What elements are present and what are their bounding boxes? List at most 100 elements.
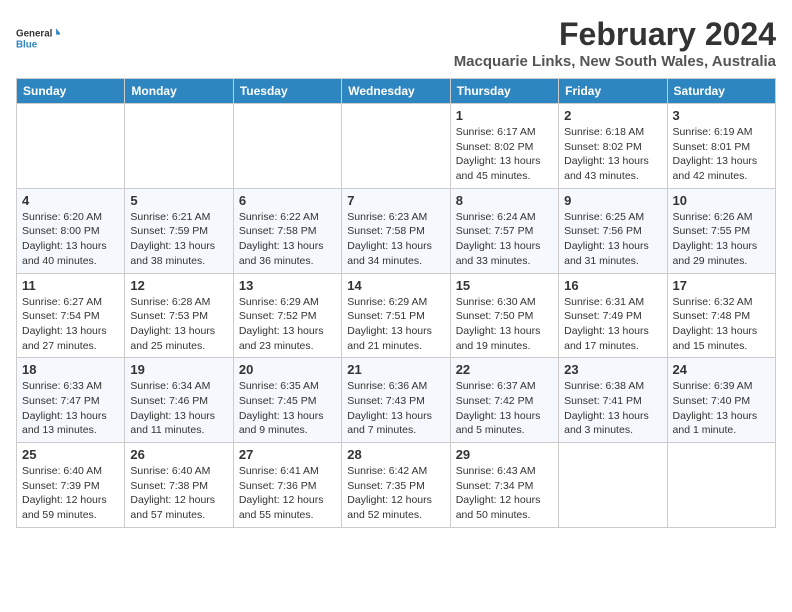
month-title: February 2024 (454, 16, 776, 53)
day-number: 18 (22, 362, 119, 377)
calendar-cell: 9 Sunrise: 6:25 AM Sunset: 7:56 PM Daylig… (559, 188, 667, 273)
calendar-cell: 7 Sunrise: 6:23 AM Sunset: 7:58 PM Daylig… (342, 188, 450, 273)
calendar-cell: 23 Sunrise: 6:38 AM Sunset: 7:41 PM Dayli… (559, 358, 667, 443)
calendar-day-header: Tuesday (233, 79, 341, 104)
calendar-cell: 5Sunrise: 6:21 AM Sunset: 7:59 PM Daylig… (125, 188, 233, 273)
calendar-cell (125, 104, 233, 189)
calendar-cell: 4 Sunrise: 6:20 AM Sunset: 8:00 PM Daylig… (17, 188, 125, 273)
calendar-cell: 28 Sunrise: 6:42 AM Sunset: 7:35 PM Dayli… (342, 443, 450, 528)
day-number: 22 (456, 362, 553, 377)
day-number: 20 (239, 362, 336, 377)
day-info: Sunrise: 6:37 AM Sunset: 7:42 PM Dayligh… (456, 379, 553, 438)
calendar-cell: 1 Sunrise: 6:17 AM Sunset: 8:02 PM Daylig… (450, 104, 558, 189)
day-info: Sunrise: 6:33 AM Sunset: 7:47 PM Dayligh… (22, 379, 119, 438)
day-number: 15 (456, 278, 553, 293)
day-info: Sunrise: 6:20 AM Sunset: 8:00 PM Dayligh… (22, 210, 119, 269)
calendar-day-header: Thursday (450, 79, 558, 104)
svg-text:Blue: Blue (16, 39, 38, 50)
calendar-cell: 6 Sunrise: 6:22 AM Sunset: 7:58 PM Daylig… (233, 188, 341, 273)
day-number: 1 (456, 108, 553, 123)
day-info: Sunrise: 6:23 AM Sunset: 7:58 PM Dayligh… (347, 210, 444, 269)
day-number: 3 (673, 108, 770, 123)
calendar-cell: 16Sunrise: 6:31 AM Sunset: 7:49 PM Dayli… (559, 273, 667, 358)
day-info: Sunrise: 6:22 AM Sunset: 7:58 PM Dayligh… (239, 210, 336, 269)
day-info: Sunrise: 6:40 AM Sunset: 7:38 PM Dayligh… (130, 464, 227, 523)
day-number: 17 (673, 278, 770, 293)
calendar-cell: 25 Sunrise: 6:40 AM Sunset: 7:39 PM Dayli… (17, 443, 125, 528)
calendar-cell: 27 Sunrise: 6:41 AM Sunset: 7:36 PM Dayli… (233, 443, 341, 528)
day-info: Sunrise: 6:41 AM Sunset: 7:36 PM Dayligh… (239, 464, 336, 523)
calendar-header-row: SundayMondayTuesdayWednesdayThursdayFrid… (17, 79, 776, 104)
calendar-cell: 10 Sunrise: 6:26 AM Sunset: 7:55 PM Dayli… (667, 188, 775, 273)
day-number: 4 (22, 193, 119, 208)
calendar: SundayMondayTuesdayWednesdayThursdayFrid… (16, 78, 776, 528)
calendar-day-header: Wednesday (342, 79, 450, 104)
day-info: Sunrise: 6:19 AM Sunset: 8:01 PM Dayligh… (673, 125, 770, 184)
calendar-day-header: Sunday (17, 79, 125, 104)
day-info: Sunrise: 6:35 AM Sunset: 7:45 PM Dayligh… (239, 379, 336, 438)
calendar-cell: 20 Sunrise: 6:35 AM Sunset: 7:45 PM Dayli… (233, 358, 341, 443)
day-info: Sunrise: 6:43 AM Sunset: 7:34 PM Dayligh… (456, 464, 553, 523)
calendar-day-header: Saturday (667, 79, 775, 104)
svg-text:General: General (16, 29, 53, 40)
day-info: Sunrise: 6:39 AM Sunset: 7:40 PM Dayligh… (673, 379, 770, 438)
day-info: Sunrise: 6:42 AM Sunset: 7:35 PM Dayligh… (347, 464, 444, 523)
calendar-day-header: Friday (559, 79, 667, 104)
calendar-cell: 21 Sunrise: 6:36 AM Sunset: 7:43 PM Dayli… (342, 358, 450, 443)
day-info: Sunrise: 6:32 AM Sunset: 7:48 PM Dayligh… (673, 295, 770, 354)
day-info: Sunrise: 6:40 AM Sunset: 7:39 PM Dayligh… (22, 464, 119, 523)
calendar-cell: 2 Sunrise: 6:18 AM Sunset: 8:02 PM Daylig… (559, 104, 667, 189)
day-number: 24 (673, 362, 770, 377)
calendar-cell: 26 Sunrise: 6:40 AM Sunset: 7:38 PM Dayli… (125, 443, 233, 528)
day-number: 12 (130, 278, 227, 293)
calendar-week-row: 11 Sunrise: 6:27 AM Sunset: 7:54 PM Dayli… (17, 273, 776, 358)
day-number: 23 (564, 362, 661, 377)
page-header: General Blue February 2024 Macquarie Lin… (16, 16, 776, 70)
day-number: 13 (239, 278, 336, 293)
day-info: Sunrise: 6:18 AM Sunset: 8:02 PM Dayligh… (564, 125, 661, 184)
calendar-cell: 29Sunrise: 6:43 AM Sunset: 7:34 PM Dayli… (450, 443, 558, 528)
day-info: Sunrise: 6:27 AM Sunset: 7:54 PM Dayligh… (22, 295, 119, 354)
day-number: 25 (22, 447, 119, 462)
day-number: 8 (456, 193, 553, 208)
day-number: 11 (22, 278, 119, 293)
day-info: Sunrise: 6:29 AM Sunset: 7:52 PM Dayligh… (239, 295, 336, 354)
day-info: Sunrise: 6:25 AM Sunset: 7:56 PM Dayligh… (564, 210, 661, 269)
calendar-cell: 3 Sunrise: 6:19 AM Sunset: 8:01 PM Daylig… (667, 104, 775, 189)
calendar-cell (233, 104, 341, 189)
day-number: 21 (347, 362, 444, 377)
calendar-week-row: 1 Sunrise: 6:17 AM Sunset: 8:02 PM Daylig… (17, 104, 776, 189)
calendar-cell: 12 Sunrise: 6:28 AM Sunset: 7:53 PM Dayli… (125, 273, 233, 358)
day-info: Sunrise: 6:36 AM Sunset: 7:43 PM Dayligh… (347, 379, 444, 438)
day-info: Sunrise: 6:24 AM Sunset: 7:57 PM Dayligh… (456, 210, 553, 269)
calendar-day-header: Monday (125, 79, 233, 104)
day-number: 28 (347, 447, 444, 462)
logo-svg: General Blue (16, 16, 60, 60)
calendar-cell: 22 Sunrise: 6:37 AM Sunset: 7:42 PM Dayli… (450, 358, 558, 443)
calendar-cell: 14Sunrise: 6:29 AM Sunset: 7:51 PM Dayli… (342, 273, 450, 358)
day-number: 7 (347, 193, 444, 208)
calendar-cell: 18 Sunrise: 6:33 AM Sunset: 7:47 PM Dayli… (17, 358, 125, 443)
location-title: Macquarie Links, New South Wales, Austra… (454, 53, 776, 70)
calendar-week-row: 25 Sunrise: 6:40 AM Sunset: 7:39 PM Dayli… (17, 443, 776, 528)
calendar-week-row: 18 Sunrise: 6:33 AM Sunset: 7:47 PM Dayli… (17, 358, 776, 443)
day-number: 6 (239, 193, 336, 208)
day-number: 27 (239, 447, 336, 462)
day-number: 26 (130, 447, 227, 462)
day-info: Sunrise: 6:17 AM Sunset: 8:02 PM Dayligh… (456, 125, 553, 184)
day-number: 16 (564, 278, 661, 293)
calendar-cell: 8 Sunrise: 6:24 AM Sunset: 7:57 PM Daylig… (450, 188, 558, 273)
day-number: 10 (673, 193, 770, 208)
logo: General Blue (16, 16, 60, 60)
calendar-cell: 19Sunrise: 6:34 AM Sunset: 7:46 PM Dayli… (125, 358, 233, 443)
calendar-cell: 11 Sunrise: 6:27 AM Sunset: 7:54 PM Dayli… (17, 273, 125, 358)
day-number: 9 (564, 193, 661, 208)
day-info: Sunrise: 6:38 AM Sunset: 7:41 PM Dayligh… (564, 379, 661, 438)
day-info: Sunrise: 6:34 AM Sunset: 7:46 PM Dayligh… (130, 379, 227, 438)
calendar-cell: 24 Sunrise: 6:39 AM Sunset: 7:40 PM Dayli… (667, 358, 775, 443)
day-number: 14 (347, 278, 444, 293)
day-number: 2 (564, 108, 661, 123)
day-info: Sunrise: 6:28 AM Sunset: 7:53 PM Dayligh… (130, 295, 227, 354)
calendar-week-row: 4 Sunrise: 6:20 AM Sunset: 8:00 PM Daylig… (17, 188, 776, 273)
day-info: Sunrise: 6:26 AM Sunset: 7:55 PM Dayligh… (673, 210, 770, 269)
